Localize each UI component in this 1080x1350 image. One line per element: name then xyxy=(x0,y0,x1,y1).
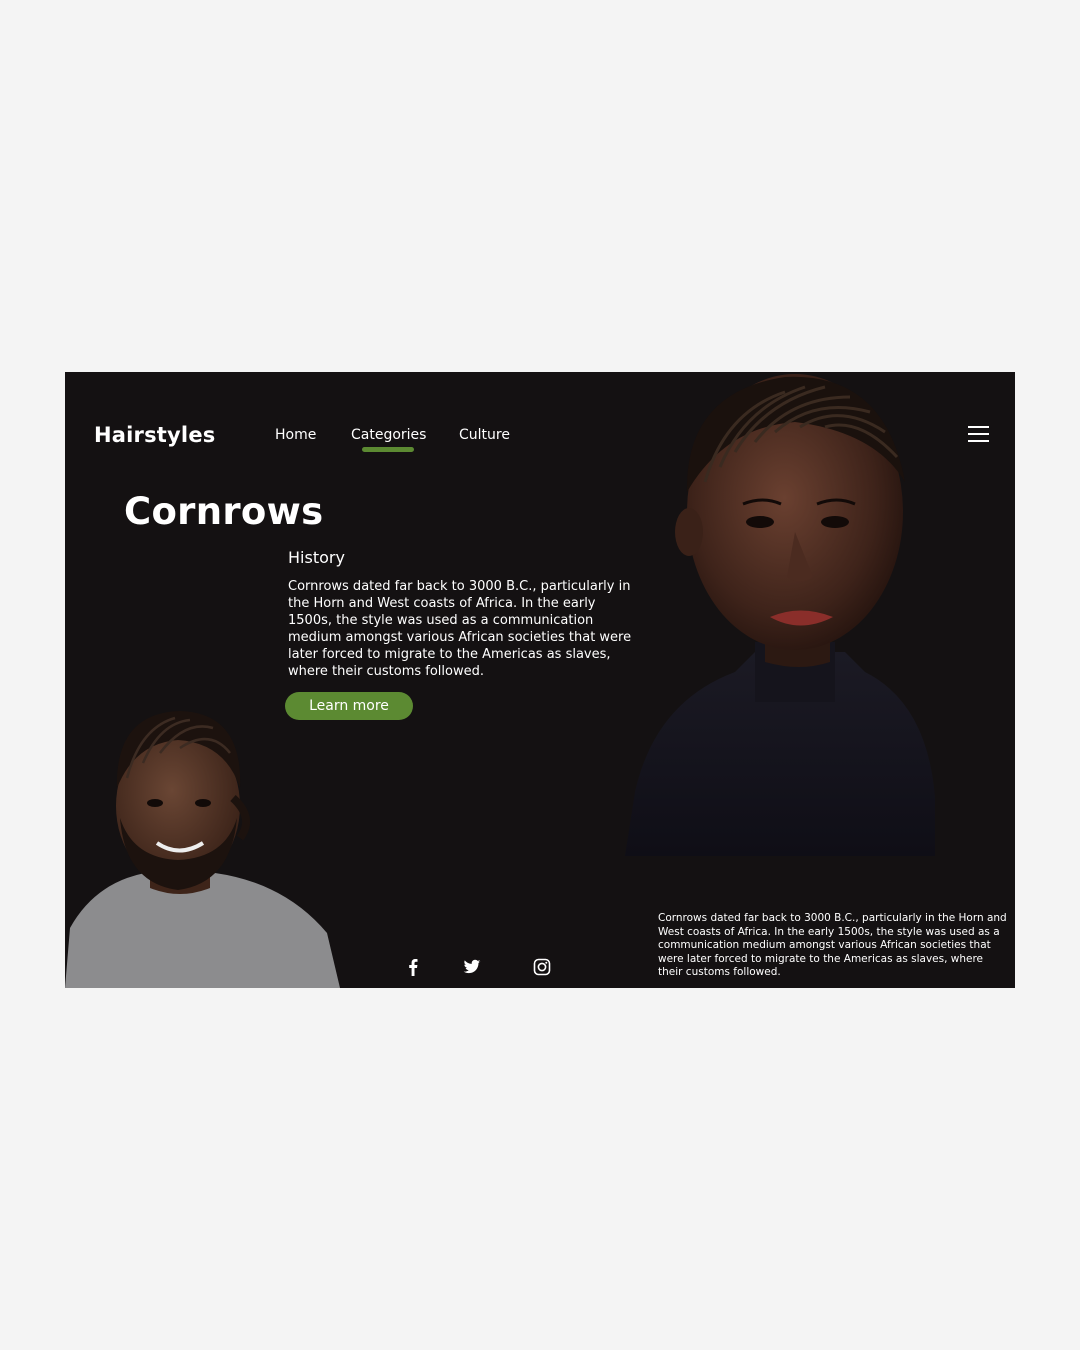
twitter-icon[interactable] xyxy=(463,958,481,976)
man-cornrows-photo xyxy=(65,711,340,988)
nav-culture[interactable]: Culture xyxy=(459,427,510,443)
active-nav-indicator xyxy=(362,447,414,452)
instagram-icon[interactable] xyxy=(533,958,551,976)
site-logo[interactable]: Hairstyles xyxy=(94,423,215,447)
facebook-icon[interactable] xyxy=(404,958,422,976)
footer-paragraph: Cornrows dated far back to 3000 B.C., pa… xyxy=(658,912,1007,979)
nav-home[interactable]: Home xyxy=(275,427,316,443)
woman-cornrows-photo xyxy=(625,374,935,856)
history-paragraph: Cornrows dated far back to 3000 B.C., pa… xyxy=(288,579,632,679)
nav-categories[interactable]: Categories xyxy=(351,427,426,443)
page-title: Cornrows xyxy=(124,490,324,533)
section-heading: History xyxy=(288,548,345,567)
hamburger-menu-icon[interactable] xyxy=(968,426,989,442)
landing-page-panel: Hairstyles Home Categories Culture Cornr… xyxy=(65,372,1015,988)
learn-more-button[interactable]: Learn more xyxy=(285,692,413,720)
